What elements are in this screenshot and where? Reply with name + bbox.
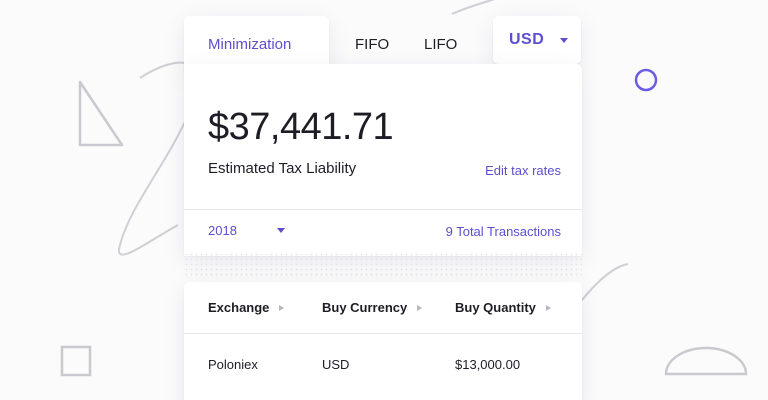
sort-arrow-icon [417, 304, 423, 311]
tab-minimization-label: Minimization [208, 35, 292, 53]
edit-tax-rates-link[interactable]: Edit tax rates [485, 163, 561, 178]
column-header-label: Buy Currency [322, 300, 408, 315]
year-value: 2018 [208, 223, 237, 238]
column-header-label: Buy Quantity [455, 300, 536, 315]
tax-liability-label: Estimated Tax Liability [208, 160, 357, 177]
table-cell-buy-currency: USD [322, 357, 350, 372]
triangle-decor-icon [78, 80, 124, 147]
semicircle-decor-icon [664, 346, 748, 376]
column-header-exchange[interactable]: Exchange [208, 300, 285, 315]
tab-card-joint [184, 64, 329, 76]
caret-down-icon [560, 37, 569, 43]
tab-lifo-label: LIFO [424, 35, 458, 53]
stage: Minimization FIFO LIFO USD $37,441.71 Es… [0, 0, 768, 400]
caret-down-icon [276, 228, 285, 233]
table-cell-buy-quantity: $13,000.00 [455, 357, 521, 372]
card-divider [184, 209, 582, 210]
tab-fifo-label: FIFO [355, 35, 390, 53]
header-divider [184, 333, 582, 334]
sort-arrow-icon [545, 304, 551, 311]
year-dropdown[interactable]: 2018 [208, 223, 285, 238]
total-transactions-count[interactable]: 9 Total Transactions [446, 224, 561, 239]
currency-value: USD [509, 31, 545, 48]
swoosh-top-decor [451, 0, 496, 15]
circle-decor-icon [634, 68, 658, 92]
currency-dropdown[interactable]: USD [493, 16, 581, 64]
tax-liability-amount: $37,441.71 [208, 106, 394, 148]
column-header-buy-currency[interactable]: Buy Currency [322, 300, 423, 315]
sort-arrow-icon [279, 304, 285, 311]
column-header-buy-quantity[interactable]: Buy Quantity [455, 300, 551, 315]
speckle-texture [184, 252, 582, 276]
swoosh-right-decor [581, 263, 629, 301]
table-cell-exchange: Poloniex [208, 357, 258, 372]
column-header-label: Exchange [208, 300, 270, 315]
square-decor-icon [60, 345, 92, 377]
